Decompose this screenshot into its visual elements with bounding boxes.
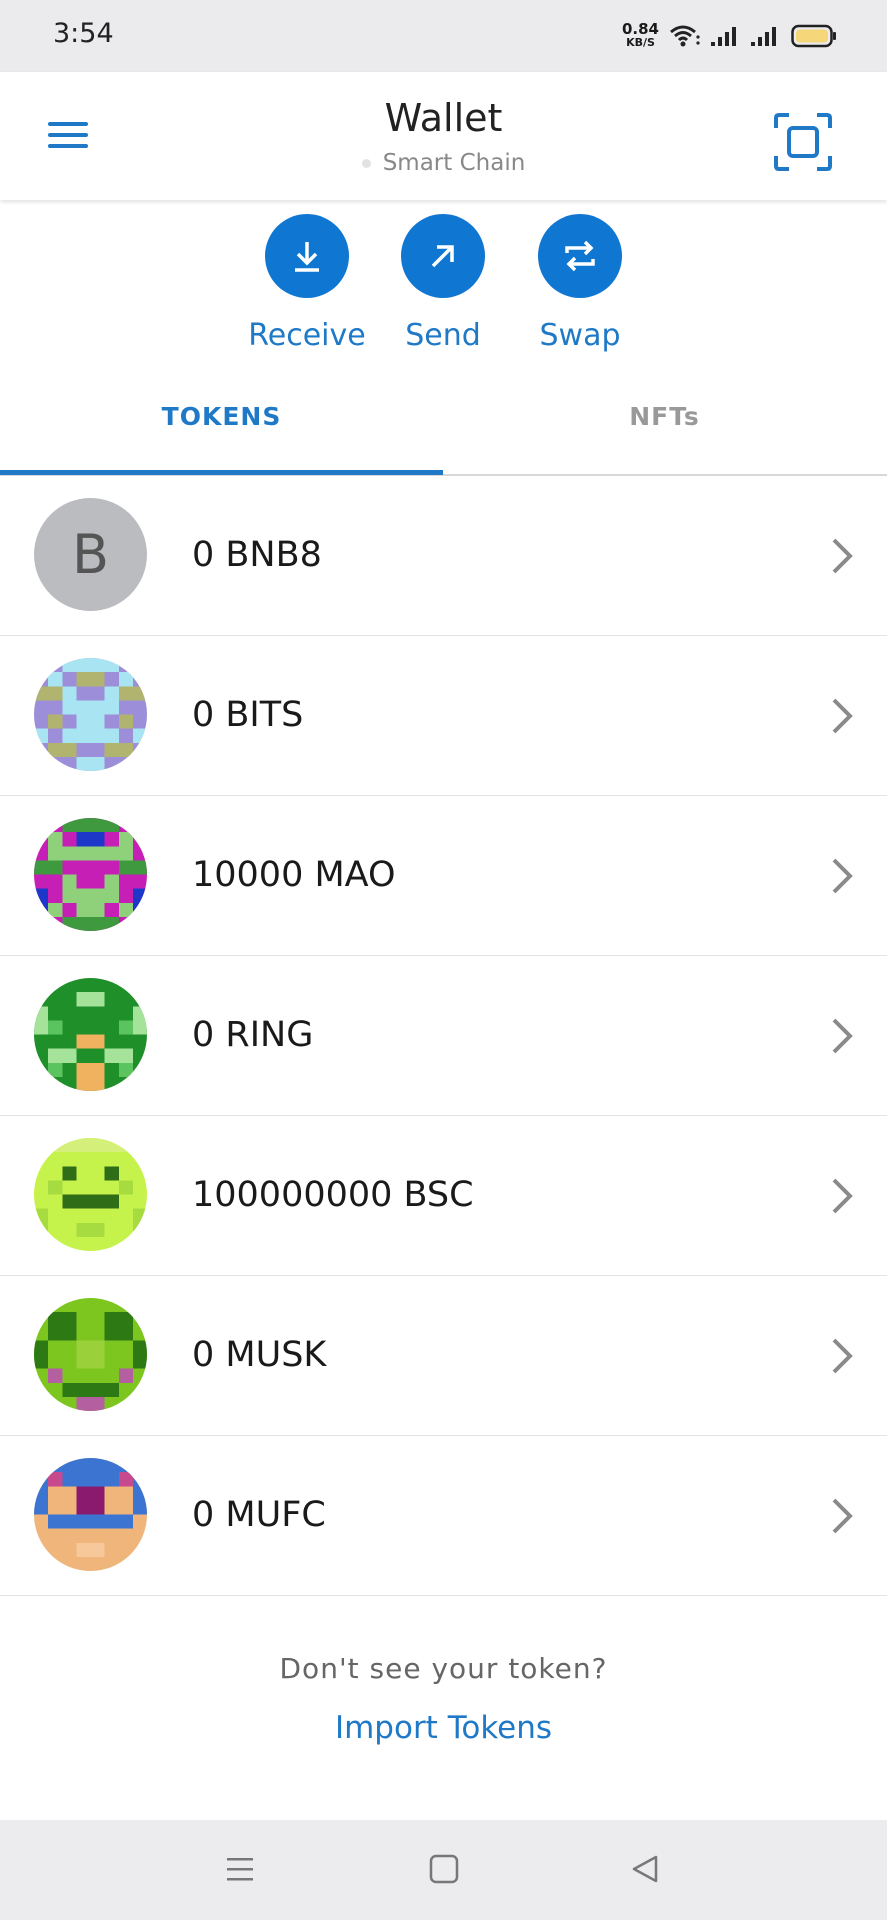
- token-row-musk[interactable]: 0 MUSK: [0, 1276, 887, 1436]
- signal-icon: [711, 25, 741, 47]
- chevron-right-icon: [832, 1338, 853, 1374]
- recents-icon[interactable]: [218, 1850, 262, 1890]
- token-balance: 0 RING: [192, 1015, 314, 1055]
- token-row-bsc[interactable]: 100000000 BSC: [0, 1116, 887, 1276]
- page-title: Wallet: [384, 96, 503, 140]
- arrow-up-right-icon: [401, 214, 485, 298]
- app-header: Wallet Smart Chain: [0, 72, 887, 200]
- home-icon[interactable]: [422, 1850, 466, 1890]
- token-balance: 100000000 BSC: [192, 1175, 474, 1215]
- token-avatar: [34, 658, 147, 771]
- token-balance: 0 BNB8: [192, 535, 322, 575]
- tab-nfts[interactable]: NFTs: [443, 380, 886, 474]
- chevron-right-icon: [832, 538, 853, 574]
- tab-tokens[interactable]: TOKENS: [0, 380, 443, 474]
- back-icon[interactable]: [624, 1850, 668, 1890]
- token-avatar: [34, 978, 147, 1091]
- chevron-right-icon: [832, 1178, 853, 1214]
- token-row-bits[interactable]: 0 BITS: [0, 636, 887, 796]
- wallet-actions: Receive Send Swap: [0, 214, 887, 364]
- active-tab-indicator: [0, 470, 443, 475]
- token-avatar: [34, 818, 147, 931]
- status-time: 3:54: [53, 18, 114, 49]
- asset-tabs: TOKENS NFTs: [0, 380, 887, 476]
- qr-scan-icon[interactable]: [773, 112, 833, 172]
- network-label[interactable]: Smart Chain: [0, 150, 887, 176]
- missing-token-prompt: Don't see your token?: [279, 1652, 608, 1685]
- token-balance: 0 MUFC: [192, 1495, 326, 1535]
- chevron-right-icon: [832, 698, 853, 734]
- chevron-right-icon: [832, 1498, 853, 1534]
- token-avatar: [34, 1458, 147, 1571]
- token-avatar: [34, 1138, 147, 1251]
- chevron-right-icon: [832, 858, 853, 894]
- network-speed: 0.84 KB/S: [621, 20, 659, 50]
- wifi-icon: [669, 23, 701, 49]
- send-button[interactable]: Send: [373, 214, 513, 353]
- status-icons: 0.84 KB/S: [622, 18, 837, 54]
- swap-arrows-icon: [538, 214, 622, 298]
- token-row-mao[interactable]: 10000 MAO: [0, 796, 887, 956]
- token-list: B 0 BNB8 0 BITS 10000 MAO 0 RING 1000000…: [0, 476, 887, 1596]
- system-nav-bar: [0, 1820, 887, 1920]
- import-tokens-link[interactable]: Import Tokens: [0, 1710, 887, 1746]
- token-avatar: B: [34, 498, 147, 611]
- token-row-ring[interactable]: 0 RING: [0, 956, 887, 1116]
- token-avatar: [34, 1298, 147, 1411]
- signal-icon: [751, 25, 781, 47]
- send-label: Send: [405, 318, 481, 353]
- download-arrow-icon: [265, 214, 349, 298]
- swap-button[interactable]: Swap: [510, 214, 650, 353]
- network-status-dot: [361, 159, 371, 168]
- token-balance: 10000 MAO: [192, 855, 396, 895]
- token-row-mufc[interactable]: 0 MUFC: [0, 1436, 887, 1596]
- chevron-right-icon: [832, 1018, 853, 1054]
- receive-label: Receive: [248, 318, 366, 353]
- network-speed-value: 0.84: [621, 20, 659, 38]
- receive-button[interactable]: Receive: [237, 214, 377, 353]
- token-balance: 0 BITS: [192, 695, 304, 735]
- network-speed-unit: KB/S: [626, 36, 655, 49]
- battery-icon: [791, 24, 837, 48]
- status-bar: 3:54 0.84 KB/S: [0, 0, 887, 72]
- swap-label: Swap: [539, 318, 621, 353]
- token-balance: 0 MUSK: [192, 1335, 327, 1375]
- network-name: Smart Chain: [382, 150, 526, 176]
- token-row-bnb8[interactable]: B 0 BNB8: [0, 476, 887, 636]
